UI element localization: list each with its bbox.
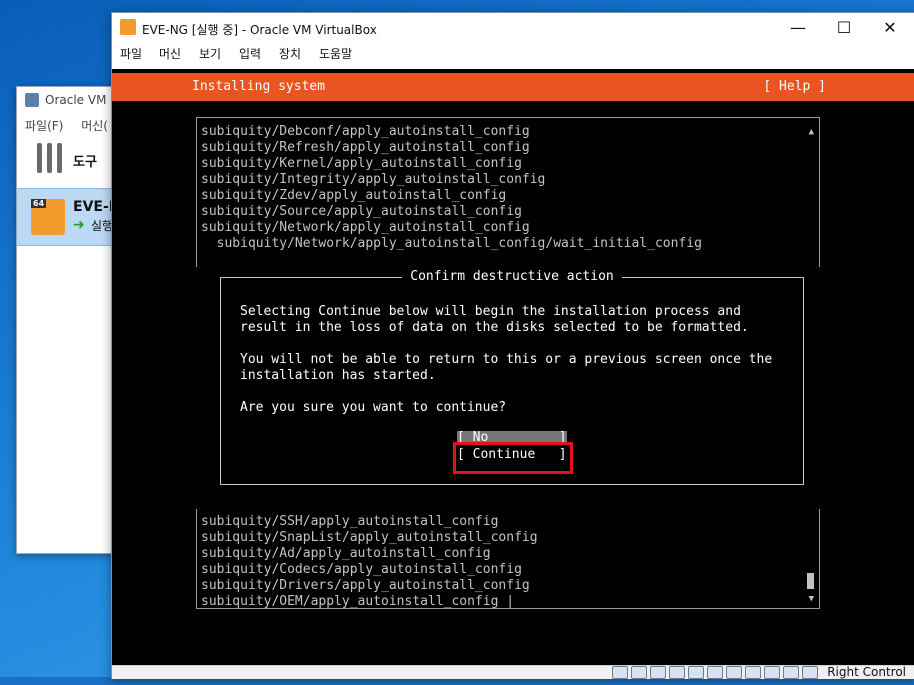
vm-os-icon: 64 xyxy=(31,199,65,235)
recording-icon[interactable] xyxy=(745,666,761,679)
installer-header: Installing system [ Help ] xyxy=(112,73,914,101)
log-line: subiquity/Network/apply_autoinstall_conf… xyxy=(201,236,702,251)
host-key-label: Right Control xyxy=(827,665,906,679)
menu-view[interactable]: 보기 xyxy=(199,45,221,62)
display-icon[interactable] xyxy=(726,666,742,679)
log-line: subiquity/Ad/apply_autoinstall_config xyxy=(201,546,491,561)
manager-menu-machine[interactable]: 머신( xyxy=(81,119,108,133)
menu-help[interactable]: 도움말 xyxy=(319,45,352,62)
app-icon xyxy=(120,19,136,35)
usb-icon[interactable] xyxy=(688,666,704,679)
scroll-up-icon[interactable]: ▲ xyxy=(809,124,814,140)
network-icon[interactable] xyxy=(669,666,685,679)
log-line: subiquity/Integrity/apply_autoinstall_co… xyxy=(201,172,546,187)
log-line: subiquity/Network/apply_autoinstall_conf… xyxy=(201,220,530,235)
menu-input[interactable]: 입력 xyxy=(239,45,261,62)
status-icons xyxy=(609,666,818,679)
window-title: EVE-NG [실행 중] - Oracle VM VirtualBox xyxy=(142,23,377,37)
menu-machine[interactable]: 머신 xyxy=(159,45,181,62)
dialog-title: Confirm destructive action xyxy=(221,269,803,285)
menu-devices[interactable]: 장치 xyxy=(279,45,301,62)
scroll-down-icon[interactable]: ▼ xyxy=(809,591,814,607)
cpu-icon[interactable] xyxy=(764,666,780,679)
confirm-dialog: Confirm destructive action Selecting Con… xyxy=(220,269,804,485)
log-bottom: subiquity/SSH/apply_autoinstall_config s… xyxy=(196,509,820,609)
log-line: subiquity/Source/apply_autoinstall_confi… xyxy=(201,204,522,219)
window-title-bar[interactable]: EVE-NG [실행 중] - Oracle VM VirtualBox — ☐… xyxy=(112,13,914,43)
optical-drive-icon[interactable] xyxy=(631,666,647,679)
vm-window[interactable]: EVE-NG [실행 중] - Oracle VM VirtualBox — ☐… xyxy=(111,12,914,679)
mouse-integration-icon[interactable] xyxy=(783,666,799,679)
log-line: subiquity/Debconf/apply_autoinstall_conf… xyxy=(201,124,530,139)
hard-disk-icon[interactable] xyxy=(612,666,628,679)
log-top: subiquity/Debconf/apply_autoinstall_conf… xyxy=(196,117,820,267)
manager-title: Oracle VM xyxy=(45,93,107,107)
vm-state: 실행 xyxy=(91,219,114,233)
tools-icon xyxy=(35,143,65,175)
virtualbox-logo-icon xyxy=(25,93,39,107)
audio-icon[interactable] xyxy=(650,666,666,679)
scrollbar-thumb[interactable] xyxy=(807,573,814,589)
close-button[interactable]: ✕ xyxy=(867,13,913,43)
log-line: subiquity/Zdev/apply_autoinstall_config xyxy=(201,188,507,203)
vm-screen[interactable]: Installing system [ Help ] subiquity/Deb… xyxy=(112,69,914,665)
minimize-button[interactable]: — xyxy=(775,13,821,43)
tools-label: 도구 xyxy=(73,155,97,170)
shared-folder-icon[interactable] xyxy=(707,666,723,679)
log-line: subiquity/Drivers/apply_autoinstall_conf… xyxy=(201,578,530,593)
window-menu-bar: 파일 머신 보기 입력 장치 도움말 xyxy=(112,43,914,65)
highlight-box xyxy=(453,442,573,474)
installer-title: Installing system xyxy=(192,79,326,94)
maximize-button[interactable]: ☐ xyxy=(821,13,867,43)
help-button[interactable]: [ Help ] xyxy=(763,79,826,95)
menu-file[interactable]: 파일 xyxy=(120,45,142,62)
dialog-message: Selecting Continue below will begin the … xyxy=(240,304,773,415)
log-line: subiquity/Codecs/apply_autoinstall_confi… xyxy=(201,562,522,577)
log-line: subiquity/Refresh/apply_autoinstall_conf… xyxy=(201,140,530,155)
manager-menu-file[interactable]: 파일(F) xyxy=(25,119,63,133)
manager-menu-bar: 파일(F) 머신( xyxy=(25,117,122,134)
running-arrow-icon: ➜ xyxy=(73,217,85,233)
log-line: subiquity/SnapList/apply_autoinstall_con… xyxy=(201,530,538,545)
log-line: subiquity/OEM/apply_autoinstall_config | xyxy=(201,594,515,609)
keyboard-icon[interactable] xyxy=(802,666,818,679)
log-line: subiquity/SSH/apply_autoinstall_config xyxy=(201,514,499,529)
log-line: subiquity/Kernel/apply_autoinstall_confi… xyxy=(201,156,522,171)
